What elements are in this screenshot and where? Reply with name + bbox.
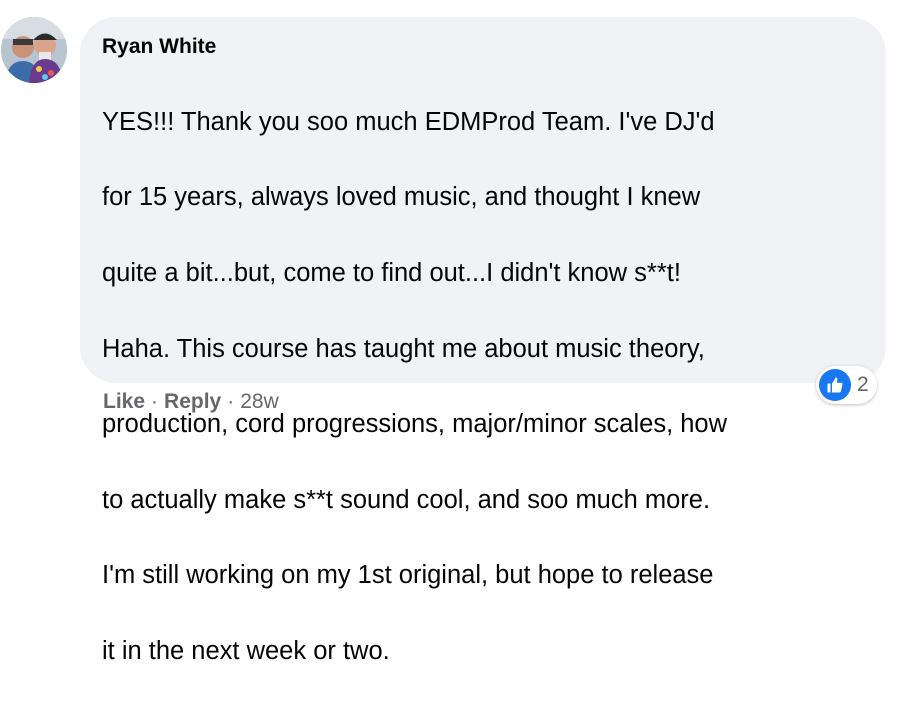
like-icon bbox=[819, 369, 851, 401]
separator: · bbox=[151, 390, 159, 413]
reply-button[interactable]: Reply bbox=[164, 390, 221, 413]
reaction-summary[interactable]: 2 bbox=[816, 366, 877, 404]
previous-comment-cutoff bbox=[160, 0, 240, 4]
comment-author[interactable]: Ryan White bbox=[102, 33, 860, 61]
comment-actions: Like · Reply · 28w bbox=[103, 389, 279, 415]
reaction-count: 2 bbox=[857, 373, 869, 396]
timestamp[interactable]: 28w bbox=[240, 390, 279, 413]
comment-text-line: Haha. This course has taught me about mu… bbox=[102, 334, 705, 363]
like-button[interactable]: Like bbox=[103, 390, 145, 413]
comment-text-line: quite a bit...but, come to find out...I … bbox=[102, 258, 681, 287]
comment-text-line: to actually make s**t sound cool, and so… bbox=[102, 485, 711, 514]
comment-bubble: Ryan White YES!!! Thank you soo much EDM… bbox=[80, 17, 886, 665]
comment-text: YES!!! Thank you soo much EDMProd Team. … bbox=[102, 66, 860, 709]
separator: · bbox=[227, 390, 235, 413]
avatar[interactable] bbox=[1, 17, 67, 83]
comment-text-line: YES!!! Thank you soo much EDMProd Team. … bbox=[102, 107, 715, 136]
comment-text-line: it in the next week or two. bbox=[102, 636, 390, 665]
comment-text-line: for 15 years, always loved music, and th… bbox=[102, 183, 701, 212]
comment-text-line: I'm still working on my 1st original, bu… bbox=[102, 561, 714, 590]
